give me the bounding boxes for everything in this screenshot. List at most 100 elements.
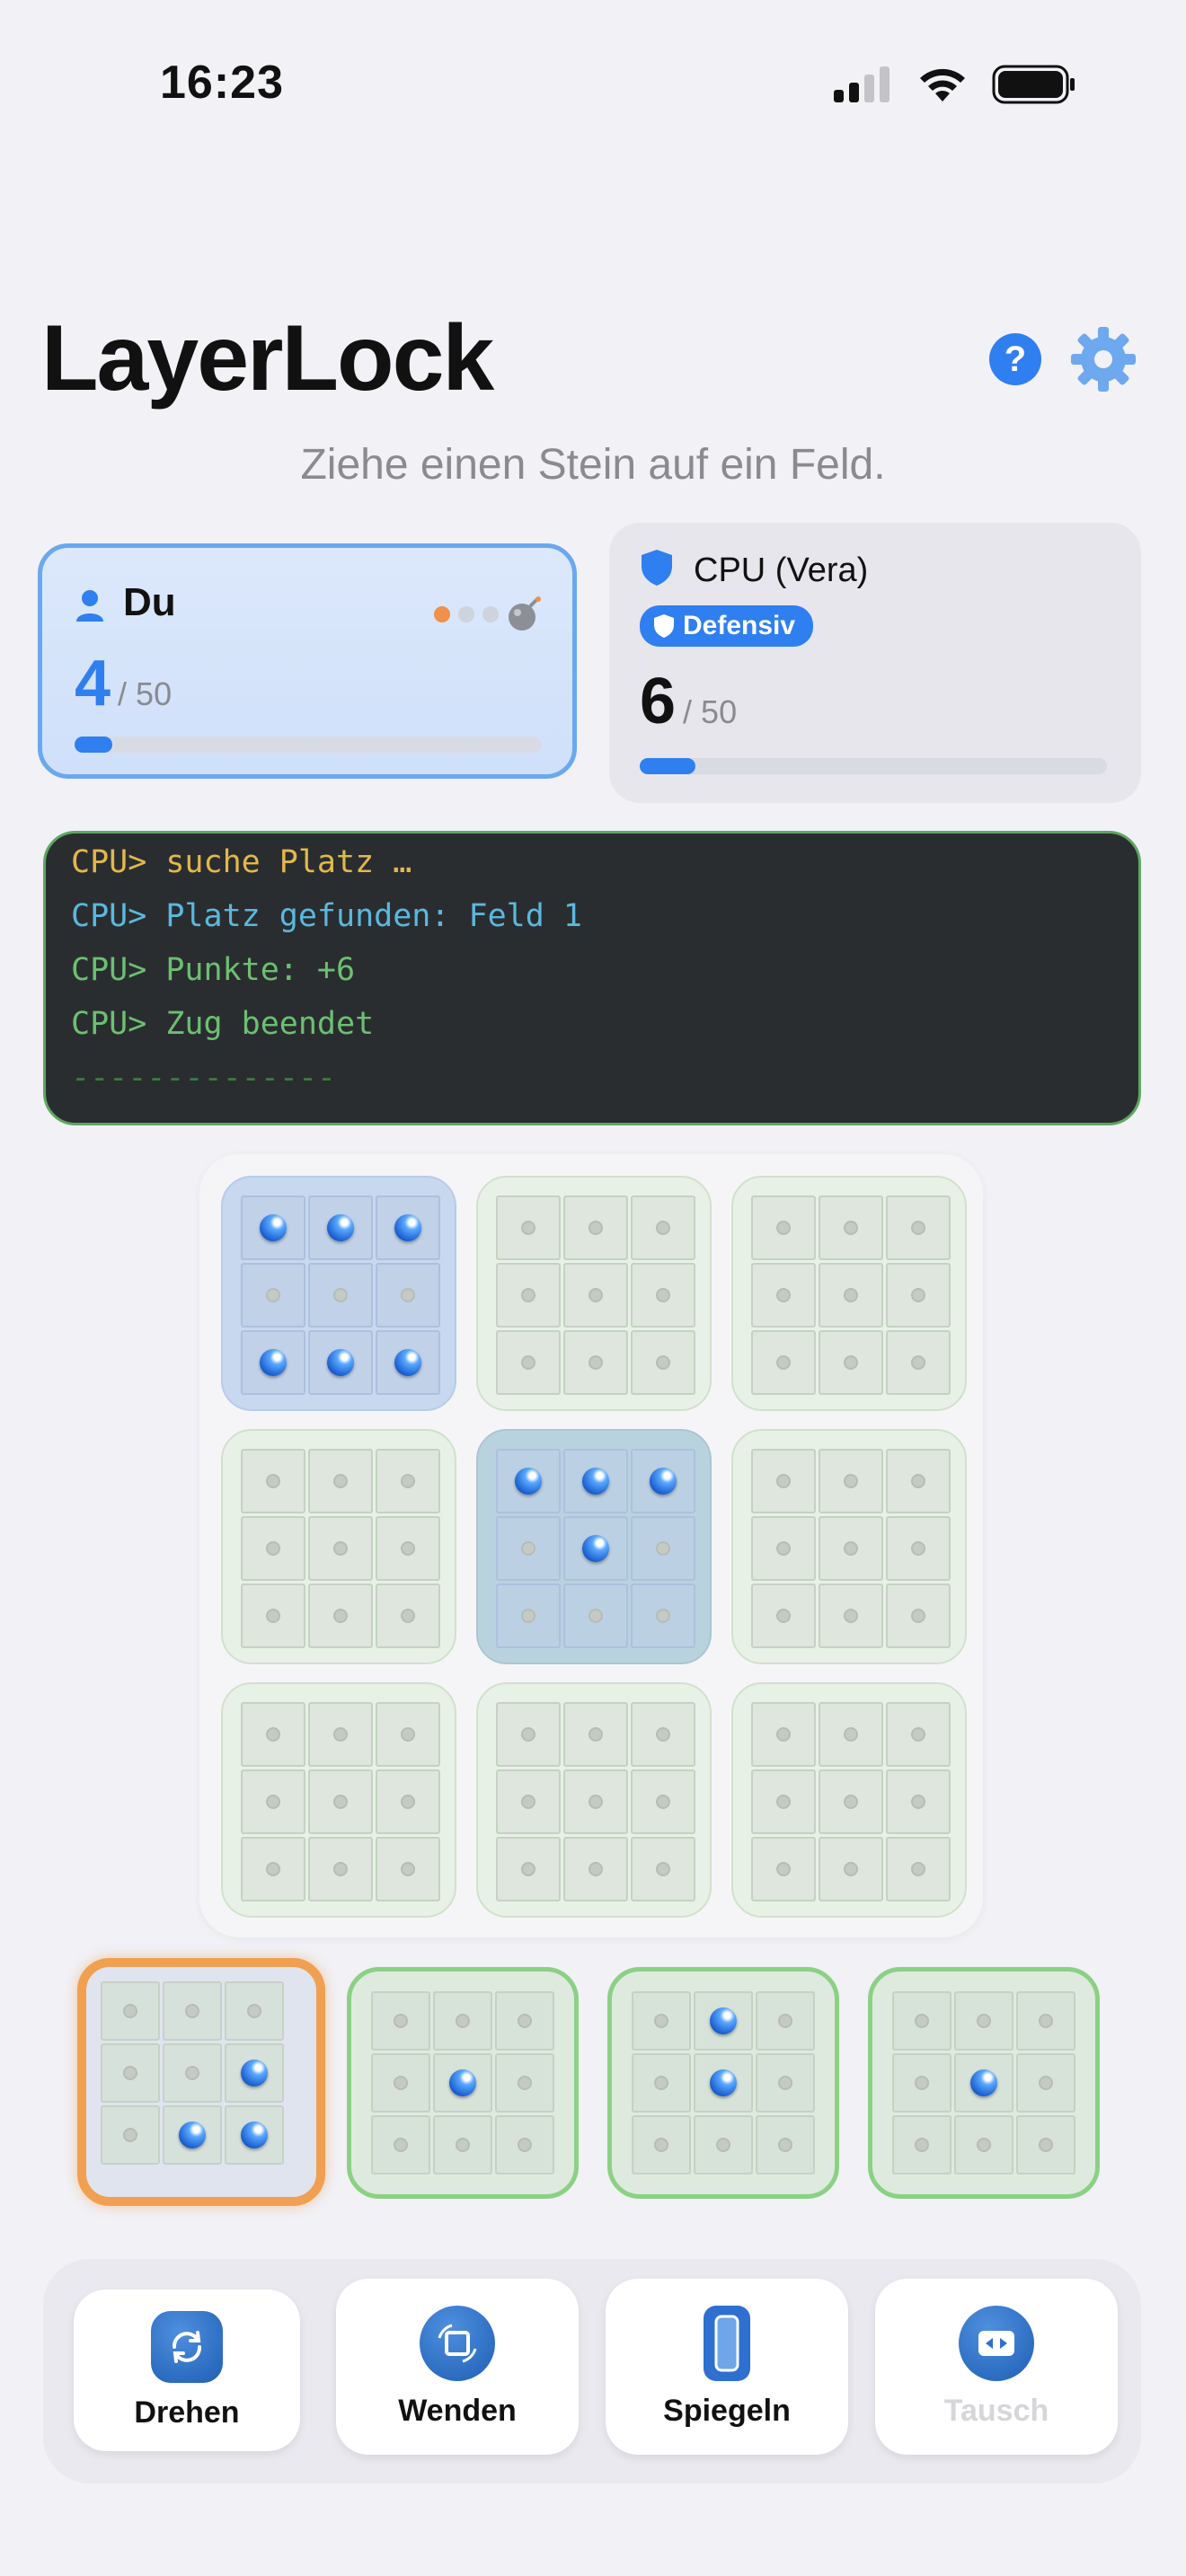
- grid-cell[interactable]: [376, 1449, 440, 1513]
- grid-cell[interactable]: [819, 1584, 883, 1648]
- grid-cell[interactable]: [376, 1837, 440, 1901]
- grid-cell[interactable]: [496, 1837, 561, 1901]
- grid-cell[interactable]: [819, 1449, 883, 1513]
- grid-cell[interactable]: [563, 1702, 628, 1767]
- grid-cell[interactable]: [631, 1263, 695, 1328]
- grid-cell[interactable]: [694, 2115, 753, 2175]
- grid-cell[interactable]: [163, 2043, 222, 2103]
- grid-cell[interactable]: [163, 1981, 222, 2041]
- tray-piece-selected[interactable]: [77, 1958, 325, 2206]
- grid-cell[interactable]: [886, 1702, 951, 1767]
- board-field-9[interactable]: [731, 1682, 967, 1918]
- grid-cell[interactable]: [632, 1991, 691, 2051]
- grid-cell[interactable]: [563, 1516, 628, 1581]
- settings-button[interactable]: [1069, 325, 1137, 393]
- grid-cell[interactable]: [892, 2115, 951, 2175]
- grid-cell[interactable]: [241, 1195, 305, 1260]
- grid-cell[interactable]: [751, 1263, 816, 1328]
- grid-cell[interactable]: [496, 1584, 561, 1648]
- grid-cell[interactable]: [371, 1991, 430, 2051]
- grid-cell[interactable]: [631, 1769, 695, 1834]
- grid-cell[interactable]: [819, 1769, 883, 1834]
- grid-cell[interactable]: [495, 2053, 554, 2113]
- grid-cell[interactable]: [495, 1991, 554, 2051]
- grid-cell[interactable]: [241, 1837, 305, 1901]
- grid-cell[interactable]: [756, 2115, 815, 2175]
- grid-cell[interactable]: [308, 1330, 373, 1395]
- grid-cell[interactable]: [631, 1195, 695, 1260]
- grid-cell[interactable]: [371, 2053, 430, 2113]
- board-field-6[interactable]: [731, 1429, 967, 1664]
- grid-cell[interactable]: [496, 1702, 561, 1767]
- grid-cell[interactable]: [376, 1516, 440, 1581]
- grid-cell[interactable]: [308, 1263, 373, 1328]
- grid-cell[interactable]: [376, 1263, 440, 1328]
- grid-cell[interactable]: [751, 1769, 816, 1834]
- grid-cell[interactable]: [496, 1263, 561, 1328]
- grid-cell[interactable]: [631, 1516, 695, 1581]
- grid-cell[interactable]: [756, 1991, 815, 2051]
- grid-cell[interactable]: [751, 1516, 816, 1581]
- swap-button[interactable]: Tausch: [875, 2279, 1118, 2455]
- grid-cell[interactable]: [241, 1263, 305, 1328]
- grid-cell[interactable]: [376, 1702, 440, 1767]
- board-field-8[interactable]: [476, 1682, 712, 1918]
- grid-cell[interactable]: [241, 1702, 305, 1767]
- grid-cell[interactable]: [563, 1449, 628, 1513]
- grid-cell[interactable]: [631, 1837, 695, 1901]
- grid-cell[interactable]: [308, 1449, 373, 1513]
- grid-cell[interactable]: [496, 1516, 561, 1581]
- tray-piece[interactable]: [868, 1967, 1100, 2199]
- grid-cell[interactable]: [241, 1584, 305, 1648]
- grid-cell[interactable]: [632, 2115, 691, 2175]
- grid-cell[interactable]: [225, 2043, 284, 2103]
- grid-cell[interactable]: [433, 1991, 492, 2051]
- grid-cell[interactable]: [751, 1584, 816, 1648]
- grid-cell[interactable]: [225, 1981, 284, 2041]
- mirror-button[interactable]: Spiegeln: [606, 2279, 848, 2455]
- grid-cell[interactable]: [563, 1837, 628, 1901]
- flip-button[interactable]: Wenden: [336, 2279, 579, 2455]
- grid-cell[interactable]: [886, 1769, 951, 1834]
- grid-cell[interactable]: [819, 1195, 883, 1260]
- grid-cell[interactable]: [308, 1837, 373, 1901]
- grid-cell[interactable]: [241, 1516, 305, 1581]
- grid-cell[interactable]: [1016, 2115, 1075, 2175]
- grid-cell[interactable]: [954, 1991, 1013, 2051]
- grid-cell[interactable]: [101, 1981, 160, 2041]
- grid-cell[interactable]: [433, 2115, 492, 2175]
- grid-cell[interactable]: [241, 1769, 305, 1834]
- grid-cell[interactable]: [376, 1195, 440, 1260]
- grid-cell[interactable]: [751, 1195, 816, 1260]
- grid-cell[interactable]: [886, 1195, 951, 1260]
- board-field-3[interactable]: [731, 1176, 967, 1411]
- grid-cell[interactable]: [631, 1449, 695, 1513]
- grid-cell[interactable]: [886, 1330, 951, 1395]
- grid-cell[interactable]: [1016, 1991, 1075, 2051]
- board-field-5[interactable]: [476, 1429, 712, 1664]
- grid-cell[interactable]: [376, 1584, 440, 1648]
- grid-cell[interactable]: [101, 2105, 160, 2165]
- grid-cell[interactable]: [496, 1330, 561, 1395]
- grid-cell[interactable]: [819, 1330, 883, 1395]
- board-field-1[interactable]: [221, 1176, 456, 1411]
- grid-cell[interactable]: [308, 1516, 373, 1581]
- tray-piece[interactable]: [347, 1967, 579, 2199]
- board-field-7[interactable]: [221, 1682, 456, 1918]
- grid-cell[interactable]: [563, 1195, 628, 1260]
- grid-cell[interactable]: [751, 1837, 816, 1901]
- grid-cell[interactable]: [632, 2053, 691, 2113]
- grid-cell[interactable]: [886, 1584, 951, 1648]
- grid-cell[interactable]: [751, 1330, 816, 1395]
- grid-cell[interactable]: [308, 1584, 373, 1648]
- grid-cell[interactable]: [819, 1263, 883, 1328]
- grid-cell[interactable]: [308, 1769, 373, 1834]
- grid-cell[interactable]: [563, 1584, 628, 1648]
- grid-cell[interactable]: [694, 1991, 753, 2051]
- grid-cell[interactable]: [819, 1516, 883, 1581]
- grid-cell[interactable]: [631, 1584, 695, 1648]
- grid-cell[interactable]: [631, 1702, 695, 1767]
- board-field-4[interactable]: [221, 1429, 456, 1664]
- grid-cell[interactable]: [376, 1330, 440, 1395]
- tray-piece[interactable]: [607, 1967, 839, 2199]
